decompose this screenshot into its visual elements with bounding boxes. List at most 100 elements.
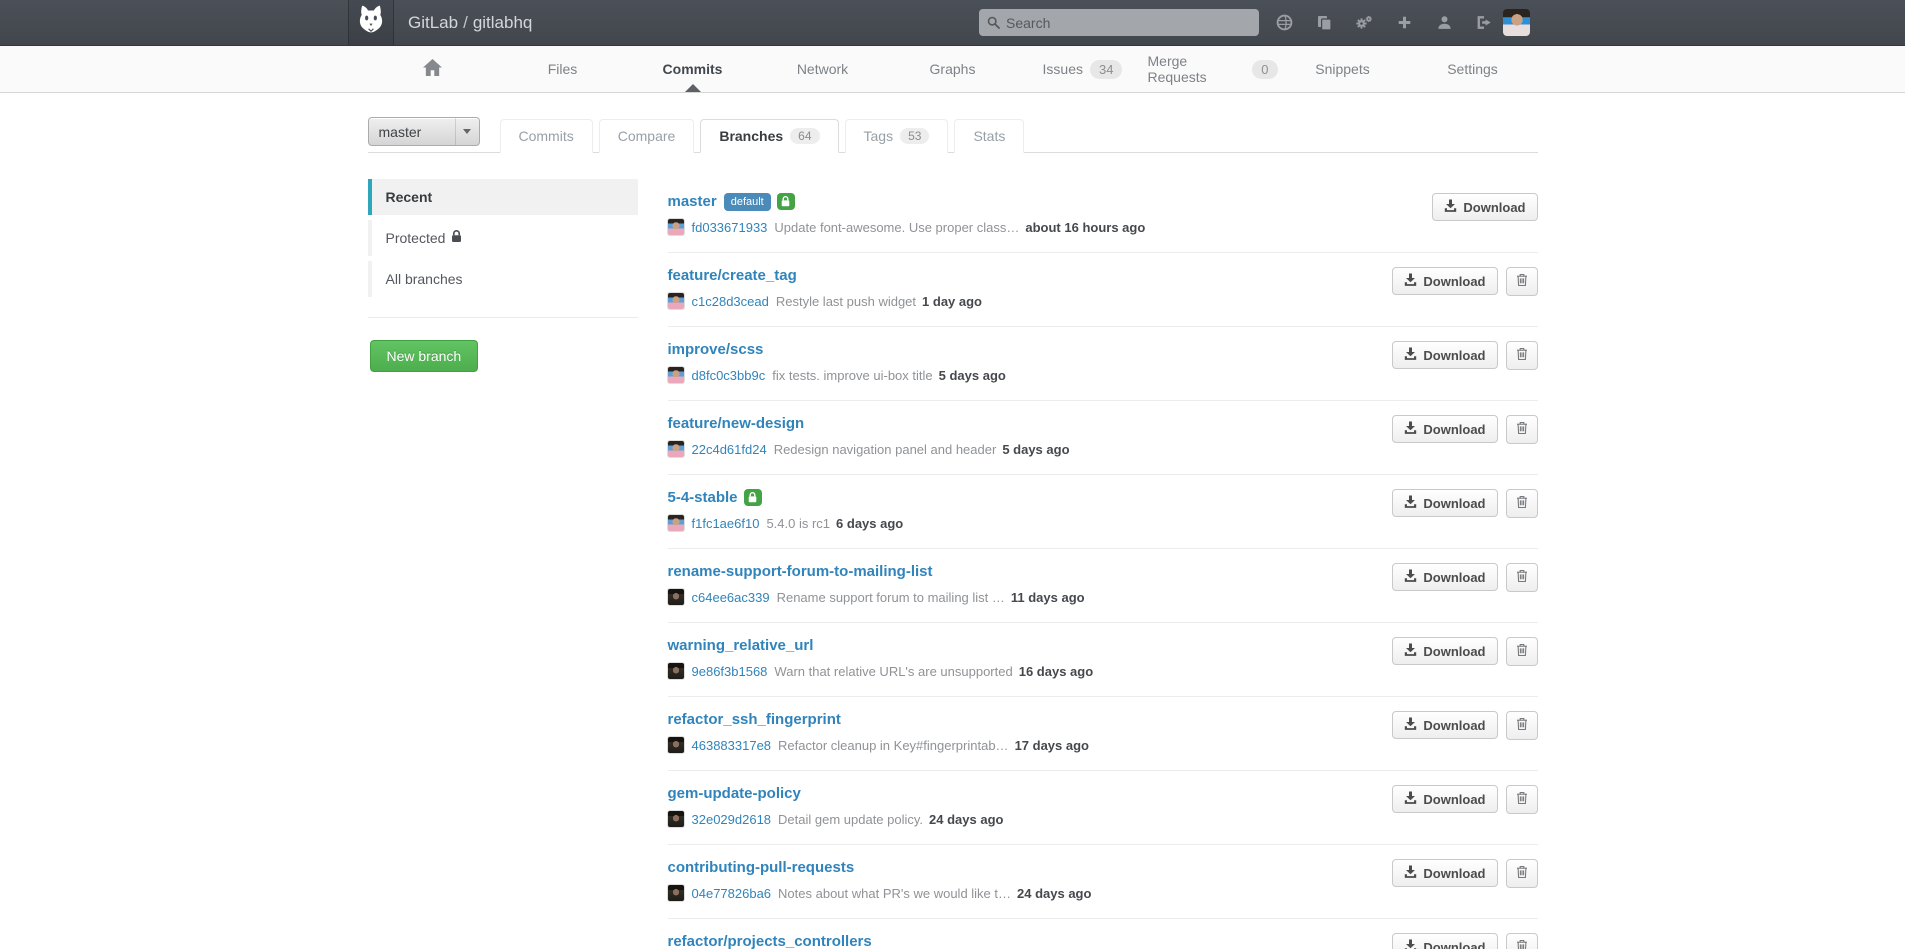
delete-branch-button[interactable]	[1506, 341, 1538, 370]
download-button[interactable]: Download	[1392, 859, 1497, 887]
nav-item-snippets[interactable]: Snippets	[1278, 46, 1408, 92]
gears-icon[interactable]	[1355, 14, 1373, 32]
tab-label: Branches	[719, 128, 783, 144]
nav-item-label: Graphs	[930, 61, 976, 77]
branch-row: gem-update-policy 32e029d2618 Detail gem…	[668, 771, 1538, 845]
delete-branch-button[interactable]	[1506, 563, 1538, 592]
sidebar-item-protected[interactable]: Protected	[368, 220, 638, 256]
branch-name-link[interactable]: 5-4-stable	[668, 489, 738, 506]
download-button[interactable]: Download	[1392, 785, 1497, 813]
commit-hash-link[interactable]: c64ee6ac339	[692, 590, 770, 605]
branch-name-link[interactable]: warning_relative_url	[668, 637, 814, 654]
branches-count-badge: 64	[790, 128, 819, 144]
committer-avatar	[668, 367, 684, 383]
commit-message: Update font-awesome. Use proper class…	[774, 220, 1019, 235]
nav-item-merge-requests[interactable]: Merge Requests0	[1148, 46, 1278, 92]
nav-item-issues[interactable]: Issues34	[1018, 46, 1148, 92]
download-button[interactable]: Download	[1392, 637, 1497, 665]
nav-item-home[interactable]	[368, 46, 498, 92]
commit-message: Notes about what PR's we would like t…	[778, 886, 1011, 901]
commit-hash-link[interactable]: 32e029d2618	[692, 812, 772, 827]
nav-item-settings[interactable]: Settings	[1408, 46, 1538, 92]
branch-row: 5-4-stable f1fc1ae6f10 5.4.0 is rc1 6 da…	[668, 475, 1538, 549]
trash-icon	[1516, 347, 1528, 364]
copy-icon[interactable]	[1315, 14, 1333, 32]
download-button[interactable]: Download	[1432, 193, 1537, 221]
new-branch-button[interactable]: New branch	[370, 340, 479, 372]
download-icon	[1404, 791, 1417, 807]
branch-name-link[interactable]: refactor/projects_controllers	[668, 933, 872, 949]
sidebar-item-all-branches[interactable]: All branches	[368, 261, 638, 297]
tab-commits[interactable]: Commits	[500, 119, 593, 153]
user-icon[interactable]	[1435, 14, 1453, 32]
nav-item-network[interactable]: Network	[758, 46, 888, 92]
delete-branch-button[interactable]	[1506, 933, 1538, 949]
trash-icon	[1516, 643, 1528, 660]
branch-name-link[interactable]: feature/create_tag	[668, 267, 797, 284]
commit-hash-link[interactable]: 04e77826ba6	[692, 886, 772, 901]
commit-message: Warn that relative URL's are unsupported	[774, 664, 1012, 679]
download-button[interactable]: Download	[1392, 933, 1497, 949]
branch-name-link[interactable]: master	[668, 193, 717, 210]
branch-name-link[interactable]: feature/new-design	[668, 415, 805, 432]
sidebar-item-recent[interactable]: Recent	[368, 179, 638, 215]
commit-hash-link[interactable]: 9e86f3b1568	[692, 664, 768, 679]
delete-branch-button[interactable]	[1506, 637, 1538, 666]
branch-name-link[interactable]: refactor_ssh_fingerprint	[668, 711, 841, 728]
download-button[interactable]: Download	[1392, 563, 1497, 591]
branch-row: feature/new-design 22c4d61fd24 Redesign …	[668, 401, 1538, 475]
download-button[interactable]: Download	[1392, 415, 1497, 443]
sign-out-icon[interactable]	[1475, 14, 1493, 32]
app-name-link[interactable]: GitLab	[408, 13, 458, 32]
committer-avatar	[668, 589, 684, 605]
tab-label: Tags	[864, 128, 894, 144]
branch-name-link[interactable]: improve/scss	[668, 341, 764, 358]
sidebar-item-label: Recent	[386, 189, 433, 205]
tab-compare[interactable]: Compare	[599, 119, 695, 153]
download-label: Download	[1423, 940, 1485, 949]
download-button[interactable]: Download	[1392, 711, 1497, 739]
download-icon	[1404, 569, 1417, 585]
nav-item-commits[interactable]: Commits	[628, 46, 758, 92]
commit-line: 22c4d61fd24 Redesign navigation panel an…	[668, 441, 1070, 457]
commit-hash-link[interactable]: 463883317e8	[692, 738, 772, 753]
delete-branch-button[interactable]	[1506, 859, 1538, 888]
globe-icon[interactable]	[1275, 14, 1293, 32]
active-tab-arrow	[685, 84, 701, 92]
download-button[interactable]: Download	[1392, 341, 1497, 369]
nav-item-files[interactable]: Files	[498, 46, 628, 92]
delete-branch-button[interactable]	[1506, 489, 1538, 518]
commit-hash-link[interactable]: c1c28d3cead	[692, 294, 769, 309]
home-icon	[423, 59, 442, 79]
delete-branch-button[interactable]	[1506, 267, 1538, 296]
nav-item-graphs[interactable]: Graphs	[888, 46, 1018, 92]
committer-avatar	[668, 515, 684, 531]
search-input[interactable]	[979, 9, 1259, 36]
download-icon	[1404, 421, 1417, 437]
delete-branch-button[interactable]	[1506, 711, 1538, 740]
commit-hash-link[interactable]: f1fc1ae6f10	[692, 516, 760, 531]
download-button[interactable]: Download	[1392, 489, 1497, 517]
commit-hash-link[interactable]: d8fc0c3bb9c	[692, 368, 766, 383]
delete-branch-button[interactable]	[1506, 785, 1538, 814]
gitlab-logo[interactable]	[348, 0, 394, 45]
plus-icon[interactable]	[1395, 14, 1413, 32]
delete-branch-button[interactable]	[1506, 415, 1538, 444]
commit-hash-link[interactable]: fd033671933	[692, 220, 768, 235]
branch-ref-selector[interactable]: master	[368, 117, 480, 146]
branch-name-link[interactable]: rename-support-forum-to-mailing-list	[668, 563, 933, 580]
nav-item-label: Network	[797, 61, 848, 77]
branch-row: refactor_ssh_fingerprint 463883317e8 Ref…	[668, 697, 1538, 771]
trash-icon	[1516, 939, 1528, 949]
user-avatar[interactable]	[1503, 9, 1530, 36]
commit-time: 24 days ago	[929, 812, 1003, 827]
commit-hash-link[interactable]: 22c4d61fd24	[692, 442, 767, 457]
tab-stats[interactable]: Stats	[954, 119, 1024, 153]
branch-name-link[interactable]: gem-update-policy	[668, 785, 801, 802]
tab-branches[interactable]: Branches 64	[700, 119, 838, 153]
branch-name-link[interactable]: contributing-pull-requests	[668, 859, 855, 876]
branch-row: improve/scss d8fc0c3bb9c fix tests. impr…	[668, 327, 1538, 401]
committer-avatar	[668, 811, 684, 827]
download-button[interactable]: Download	[1392, 267, 1497, 295]
tab-tags[interactable]: Tags53	[845, 119, 949, 153]
